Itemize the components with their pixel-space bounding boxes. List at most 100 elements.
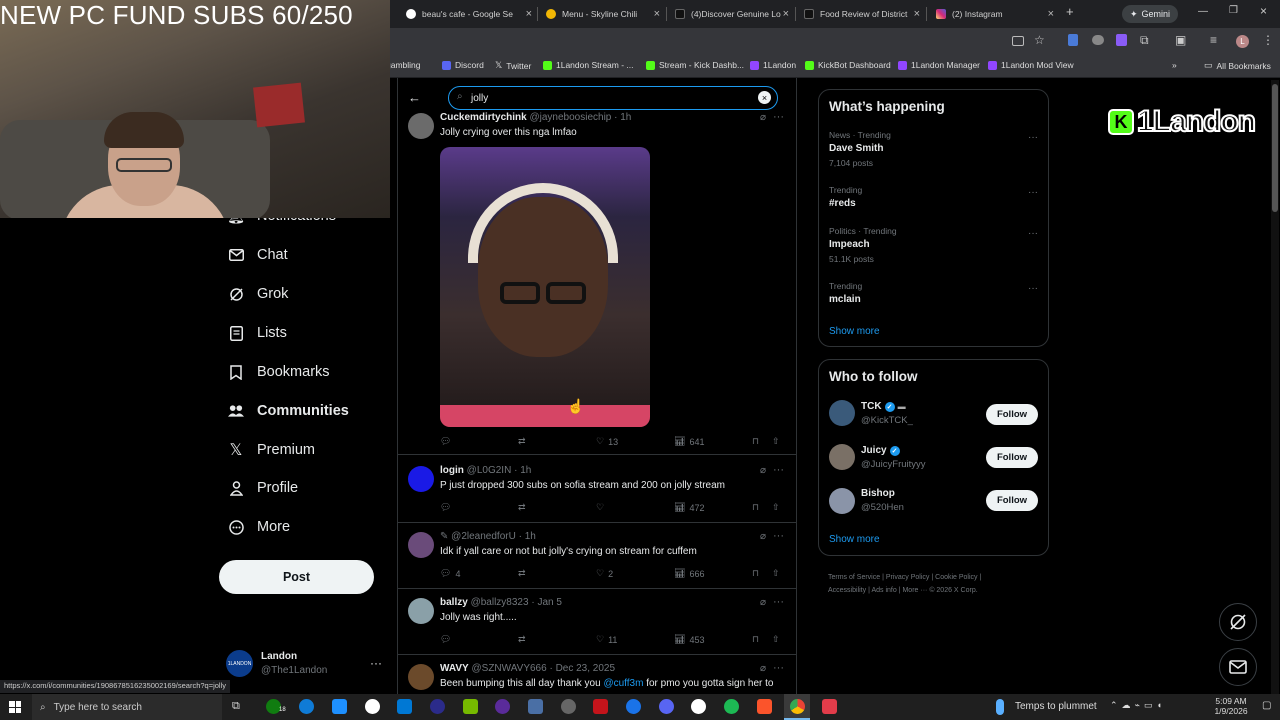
extensions-puzzle-icon[interactable]: ⧉ bbox=[1140, 33, 1149, 48]
tweet-video[interactable] bbox=[440, 147, 650, 427]
footer-link[interactable]: Privacy Policy bbox=[886, 574, 930, 581]
search-input[interactable]: ⌕ jolly × bbox=[448, 86, 778, 110]
account-menu-icon[interactable]: ··· bbox=[370, 656, 382, 670]
task-view-icon[interactable]: ⧉ bbox=[232, 700, 240, 713]
avatar[interactable] bbox=[408, 466, 434, 492]
nav-bookmarks[interactable]: Bookmarks bbox=[228, 364, 330, 380]
bookmark-icon[interactable]: ⊓ bbox=[752, 568, 759, 579]
like-button[interactable]: ♡ 13 bbox=[596, 436, 618, 447]
bookmark-item[interactable]: 1Landon Manager bbox=[898, 60, 980, 70]
bookmark-item[interactable]: Discord bbox=[442, 60, 484, 70]
tweet[interactable]: ballzy @ballzy8323 · Jan 5 ⌀ ··· Jolly w… bbox=[398, 589, 796, 655]
follow-button[interactable]: Follow bbox=[986, 404, 1038, 425]
scrollbar-thumb[interactable] bbox=[1272, 84, 1278, 212]
bookmark-item[interactable]: KickBot Dashboard bbox=[805, 60, 891, 70]
show-more-link[interactable]: Show more bbox=[829, 534, 880, 545]
close-tab-icon[interactable]: × bbox=[914, 8, 920, 20]
views-count[interactable]: 📊︎ 641 bbox=[674, 436, 704, 447]
browser-tab[interactable]: (4)Discover Genuine Lo × bbox=[667, 3, 795, 25]
nav-chat[interactable]: Chat bbox=[228, 247, 288, 263]
nav-profile[interactable]: Profile bbox=[228, 480, 298, 496]
grok-icon[interactable]: ⌀ bbox=[760, 112, 766, 123]
tweet[interactable]: ✎ @2leanedforU · 1h ⌀ ··· Idk if yall ca… bbox=[398, 523, 796, 589]
back-arrow-icon[interactable]: ← bbox=[408, 90, 421, 105]
bookmark-item[interactable]: 1Landon bbox=[750, 60, 796, 70]
new-tab-icon[interactable]: + bbox=[1066, 4, 1074, 19]
trend-item[interactable]: #reds bbox=[829, 198, 856, 209]
more-options-icon[interactable]: ··· bbox=[773, 596, 784, 608]
trend-more-icon[interactable]: ··· bbox=[1028, 283, 1038, 294]
like-icon[interactable]: ♡ bbox=[596, 502, 604, 513]
close-tab-icon[interactable]: × bbox=[526, 8, 532, 20]
app-icon[interactable] bbox=[593, 699, 608, 714]
app-icon[interactable] bbox=[495, 699, 510, 714]
tweet[interactable]: Cuckemdirtychink @jayneboosiechip · 1h ⌀… bbox=[398, 111, 796, 455]
bookmark-icon[interactable]: ⊓ bbox=[752, 436, 759, 447]
follow-button[interactable]: Follow bbox=[986, 490, 1038, 511]
avatar[interactable] bbox=[829, 444, 855, 470]
bookmarks-overflow-icon[interactable]: » bbox=[1172, 60, 1177, 70]
trend-item[interactable]: mclain bbox=[829, 294, 861, 305]
share-icon[interactable]: ⇧ bbox=[772, 502, 780, 513]
taskbar-search[interactable]: ⌕ Type here to search bbox=[32, 694, 222, 720]
twitch-extension-icon[interactable] bbox=[1116, 34, 1127, 46]
weather-widget[interactable]: Temps to plummet bbox=[1015, 701, 1097, 712]
more-options-icon[interactable]: ··· bbox=[773, 464, 784, 476]
nav-grok[interactable]: Grok bbox=[228, 286, 288, 302]
close-tab-icon[interactable]: × bbox=[654, 8, 660, 20]
reply-button[interactable]: 💬︎ 4 bbox=[440, 568, 460, 579]
extension-icon[interactable] bbox=[1068, 34, 1078, 46]
grok-icon[interactable]: ⌀ bbox=[760, 465, 766, 476]
views-count[interactable]: 📊︎ 666 bbox=[674, 568, 704, 579]
media-icon[interactable]: ≡ bbox=[1210, 33, 1217, 47]
close-tab-icon[interactable]: × bbox=[783, 8, 789, 20]
bookmark-item[interactable]: gambling bbox=[386, 60, 421, 70]
mention-link[interactable]: @cuff3m bbox=[603, 678, 643, 689]
avatar[interactable] bbox=[829, 488, 855, 514]
app-icon[interactable] bbox=[822, 699, 837, 714]
install-icon[interactable] bbox=[1012, 36, 1024, 46]
reply-icon[interactable]: 💬︎ bbox=[440, 436, 451, 447]
more-options-icon[interactable]: ··· bbox=[773, 662, 784, 674]
account-avatar[interactable]: 1LANDON bbox=[226, 650, 253, 677]
app-icon[interactable] bbox=[691, 699, 706, 714]
messages-float-button[interactable] bbox=[1219, 648, 1257, 686]
share-icon[interactable]: ⇧ bbox=[772, 634, 780, 645]
trend-item[interactable]: Impeach bbox=[829, 239, 870, 250]
follow-button[interactable]: Follow bbox=[986, 447, 1038, 468]
app-icon[interactable] bbox=[430, 699, 445, 714]
follow-account-name[interactable]: Juicy ✓ bbox=[861, 445, 900, 456]
edge-icon[interactable] bbox=[299, 699, 314, 714]
discord-icon[interactable] bbox=[659, 699, 674, 714]
follow-account-name[interactable]: TCK ✓ ▬ bbox=[861, 401, 906, 412]
browser-tab[interactable]: Food Review of District × bbox=[796, 3, 926, 25]
repost-icon[interactable]: ⇄ bbox=[518, 502, 526, 513]
close-window-icon[interactable]: × bbox=[1260, 4, 1267, 18]
footer-link[interactable]: Accessibility bbox=[828, 587, 866, 594]
all-bookmarks[interactable]: ▭ All Bookmarks bbox=[1204, 60, 1271, 71]
views-count[interactable]: 📊︎ 453 bbox=[674, 634, 704, 645]
share-icon[interactable]: ⇧ bbox=[772, 436, 780, 447]
notifications-icon[interactable]: ▢ bbox=[1262, 700, 1271, 711]
tweet[interactable]: login @L0G2IN · 1h ⌀ ··· P just dropped … bbox=[398, 457, 796, 523]
grok-icon[interactable]: ⌀ bbox=[760, 597, 766, 608]
trend-item[interactable]: Dave Smith bbox=[829, 143, 883, 154]
footer-link[interactable]: More ··· bbox=[902, 587, 927, 594]
post-button[interactable]: Post bbox=[219, 560, 374, 594]
trend-more-icon[interactable]: ··· bbox=[1028, 187, 1038, 198]
share-icon[interactable]: ⇧ bbox=[772, 568, 780, 579]
system-tray[interactable]: ⌃☁⌁▭◖ bbox=[1110, 700, 1166, 711]
tweet[interactable]: WAVY @SZNWAVY666 · Dec 23, 2025 ⌀ ··· Be… bbox=[398, 655, 796, 695]
show-more-link[interactable]: Show more bbox=[829, 326, 880, 337]
grok-icon[interactable]: ⌀ bbox=[760, 531, 766, 542]
close-tab-icon[interactable]: × bbox=[1048, 8, 1054, 20]
page-scrollbar[interactable] bbox=[1271, 80, 1279, 694]
nav-premium[interactable]: 𝕏 Premium bbox=[228, 442, 315, 459]
file-explorer-icon[interactable] bbox=[332, 699, 347, 714]
footer-link[interactable]: Ads info bbox=[871, 587, 896, 594]
footer-link[interactable]: Terms of Service bbox=[828, 574, 880, 581]
more-options-icon[interactable]: ··· bbox=[773, 111, 784, 123]
nvidia-icon[interactable] bbox=[463, 699, 478, 714]
restore-icon[interactable]: ❐ bbox=[1229, 5, 1238, 16]
grok-float-button[interactable] bbox=[1219, 603, 1257, 641]
